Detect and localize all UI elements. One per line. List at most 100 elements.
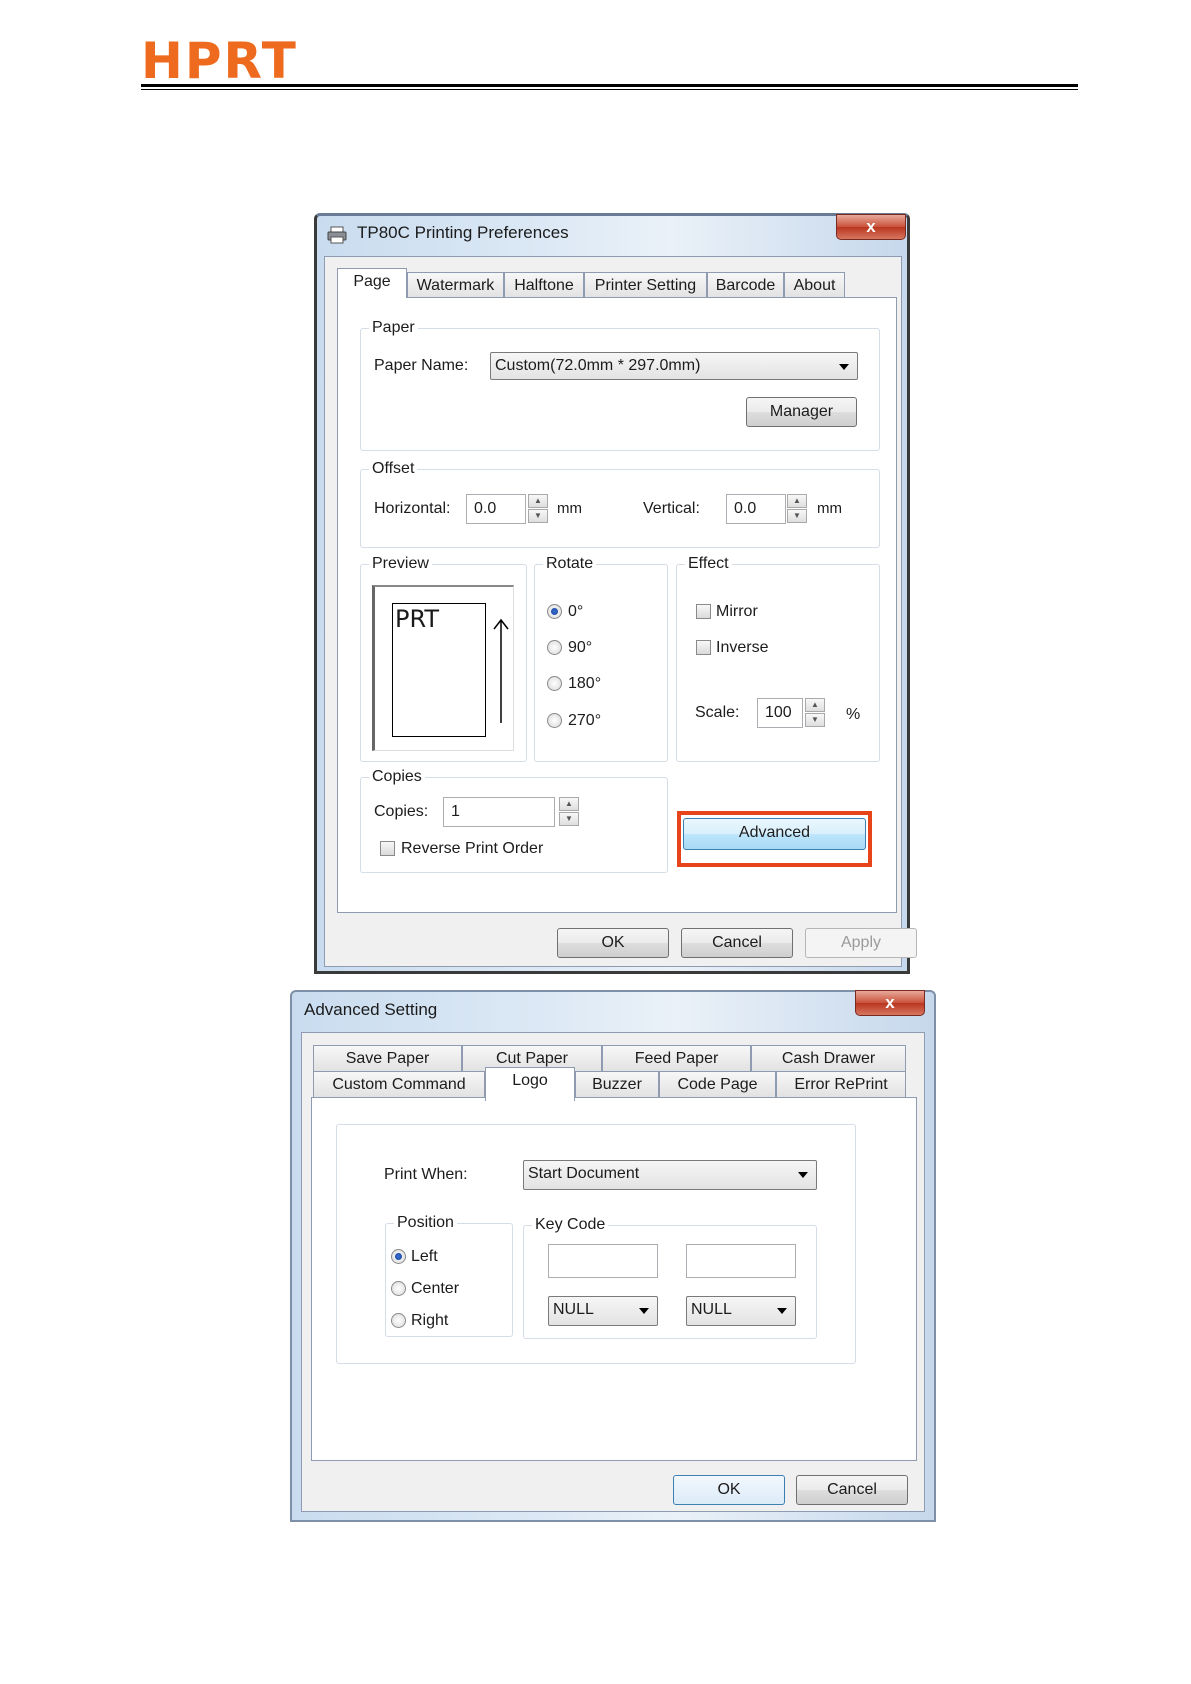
mirror-checkbox[interactable] [696, 604, 711, 619]
arrow-up-icon [492, 617, 510, 732]
preview-group-label: Preview [369, 554, 432, 574]
position-left-label[interactable]: Left [411, 1247, 438, 1267]
cancel-button[interactable]: Cancel [681, 928, 793, 958]
tab-logo[interactable]: Logo [485, 1067, 575, 1101]
down-arrow-icon[interactable]: ▼ [787, 509, 807, 523]
copies-input[interactable]: 1 [443, 797, 555, 827]
printer-icon [327, 226, 347, 244]
rotate-270-radio[interactable] [547, 713, 562, 728]
paper-group-label: Paper [369, 318, 418, 338]
mirror-label[interactable]: Mirror [716, 602, 758, 622]
reverse-print-order-label[interactable]: Reverse Print Order [401, 839, 543, 859]
close-button[interactable]: x [855, 990, 925, 1016]
position-right-label[interactable]: Right [411, 1311, 448, 1331]
rotate-90-label[interactable]: 90° [568, 638, 592, 658]
logo-settings-group: Print When: Start Document Position Left… [336, 1124, 856, 1364]
down-arrow-icon[interactable]: ▼ [805, 713, 825, 727]
rotate-group-label: Rotate [543, 554, 597, 574]
position-center-radio[interactable] [391, 1281, 406, 1296]
up-arrow-icon[interactable]: ▲ [787, 494, 807, 508]
chevron-down-icon [777, 1308, 787, 1314]
key-code-group-label: Key Code [532, 1215, 609, 1235]
rotate-180-radio[interactable] [547, 676, 562, 691]
preview-page: PRT [392, 603, 486, 737]
key-code-select-2-value: NULL [691, 1301, 732, 1318]
tab-save-paper[interactable]: Save Paper [313, 1045, 462, 1071]
manager-button[interactable]: Manager [746, 397, 857, 427]
chevron-down-icon [839, 364, 849, 370]
vertical-unit: mm [817, 500, 842, 517]
up-arrow-icon[interactable]: ▲ [528, 494, 548, 508]
tab-barcode[interactable]: Barcode [707, 272, 784, 298]
tab-page[interactable]: Page [337, 268, 407, 298]
rotate-180-label[interactable]: 180° [568, 674, 601, 694]
tab-printer-setting[interactable]: Printer Setting [584, 272, 707, 298]
preview-sample-text: PRT [395, 605, 440, 633]
close-icon: x [866, 217, 876, 236]
down-arrow-icon[interactable]: ▼ [528, 509, 548, 523]
rotate-270-label[interactable]: 270° [568, 711, 601, 731]
copies-group-label: Copies [369, 767, 425, 787]
key-code-select-1[interactable]: NULL [548, 1296, 658, 1326]
key-code-select-1-value: NULL [553, 1301, 594, 1318]
window-client: Page Watermark Halftone Printer Setting … [324, 256, 917, 967]
logo-tab-panel: Print When: Start Document Position Left… [311, 1097, 917, 1461]
position-center-label[interactable]: Center [411, 1279, 459, 1299]
tab-halftone[interactable]: Halftone [504, 272, 584, 298]
tab-cash-drawer[interactable]: Cash Drawer [751, 1045, 906, 1071]
effect-group-label: Effect [685, 554, 732, 574]
tab-feed-paper[interactable]: Feed Paper [602, 1045, 751, 1071]
window-client: Save Paper Cut Paper Feed Paper Cash Dra… [301, 1032, 925, 1512]
advanced-button[interactable]: Advanced [683, 818, 866, 850]
ok-button[interactable]: OK [673, 1475, 785, 1505]
horizontal-input[interactable]: 0.0 [466, 494, 526, 524]
vertical-input[interactable]: 0.0 [726, 494, 786, 524]
tab-watermark[interactable]: Watermark [407, 272, 504, 298]
tab-buzzer[interactable]: Buzzer [575, 1071, 659, 1097]
key-code-input-2[interactable] [686, 1244, 796, 1278]
reverse-print-order-checkbox[interactable] [380, 841, 395, 856]
chevron-down-icon [639, 1308, 649, 1314]
header-rule-thin [141, 89, 1078, 90]
inverse-label[interactable]: Inverse [716, 638, 768, 658]
position-right-radio[interactable] [391, 1313, 406, 1328]
print-when-select[interactable]: Start Document [523, 1160, 817, 1190]
up-arrow-icon[interactable]: ▲ [559, 797, 579, 811]
close-button[interactable]: x [836, 214, 906, 240]
printing-preferences-window: TP80C Printing Preferences x Page Waterm… [314, 213, 917, 974]
rotate-0-label[interactable]: 0° [568, 602, 583, 622]
rotate-group: Rotate 0° 90° 180° 270° [534, 554, 668, 762]
cancel-button[interactable]: Cancel [796, 1475, 908, 1505]
vertical-stepper[interactable]: ▲ ▼ [787, 494, 807, 524]
horizontal-label: Horizontal: [374, 500, 451, 517]
position-left-radio[interactable] [391, 1249, 406, 1264]
tab-error-reprint[interactable]: Error RePrint [776, 1071, 906, 1097]
key-code-group: Key Code NULL NULL [523, 1215, 817, 1339]
down-arrow-icon[interactable]: ▼ [559, 812, 579, 826]
up-arrow-icon[interactable]: ▲ [805, 698, 825, 712]
print-when-label: Print When: [384, 1166, 468, 1183]
apply-button[interactable]: Apply [805, 928, 917, 958]
key-code-input-1[interactable] [548, 1244, 658, 1278]
inverse-checkbox[interactable] [696, 640, 711, 655]
rotate-90-radio[interactable] [547, 640, 562, 655]
scale-label: Scale: [695, 704, 740, 721]
key-code-select-2[interactable]: NULL [686, 1296, 796, 1326]
tab-code-page[interactable]: Code Page [659, 1071, 776, 1097]
tab-about[interactable]: About [784, 272, 845, 298]
scale-input[interactable]: 100 [757, 698, 803, 728]
ok-button[interactable]: OK [557, 928, 669, 958]
rotate-0-radio[interactable] [547, 604, 562, 619]
paper-name-select[interactable]: Custom(72.0mm * 297.0mm) [490, 352, 858, 380]
window-title: Advanced Setting [304, 1000, 438, 1019]
scale-stepper[interactable]: ▲ ▼ [805, 698, 825, 728]
copies-label: Copies: [374, 803, 429, 820]
horizontal-unit: mm [557, 500, 582, 517]
copies-stepper[interactable]: ▲ ▼ [559, 797, 579, 827]
effect-group: Effect Mirror Inverse Scale: 100 ▲ ▼ % [676, 554, 880, 762]
position-group: Position Left Center Right [385, 1213, 513, 1337]
chevron-down-icon [798, 1172, 808, 1178]
paper-name-label: Paper Name: [374, 357, 469, 374]
tab-custom-command[interactable]: Custom Command [313, 1071, 485, 1097]
horizontal-stepper[interactable]: ▲ ▼ [528, 494, 548, 524]
